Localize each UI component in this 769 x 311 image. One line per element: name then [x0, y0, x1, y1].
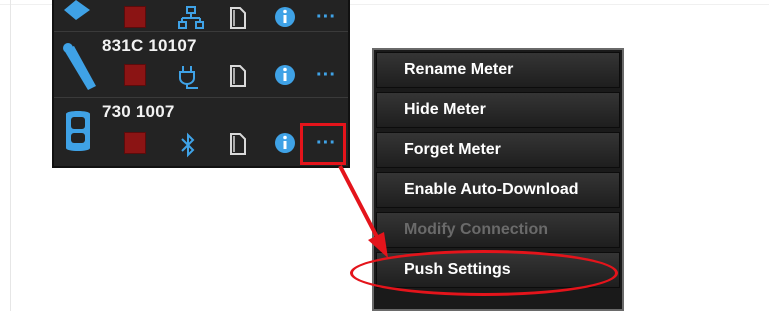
annotation-arrow	[338, 165, 388, 258]
